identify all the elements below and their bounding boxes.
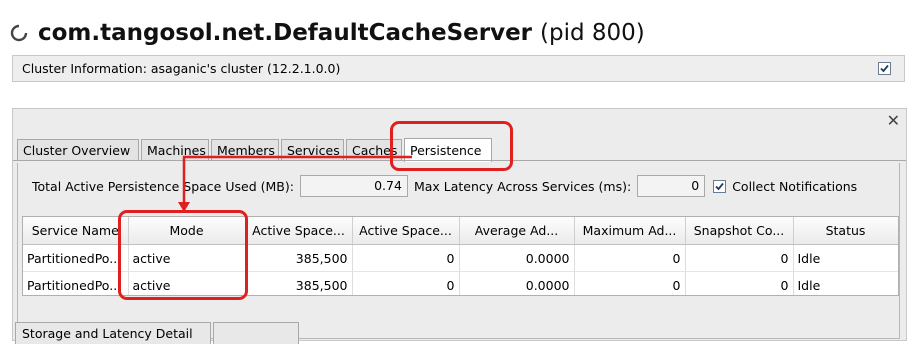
column-header-status[interactable]: Status	[793, 217, 898, 245]
cluster-information-bar: Cluster Information: asaganic's cluster …	[12, 55, 905, 82]
mode-cell: active	[128, 244, 246, 272]
tab-divider	[13, 160, 906, 161]
column-header-snapshot-count[interactable]: Snapshot Co...	[685, 217, 794, 245]
column-header-average-latency[interactable]: Average Ad...	[459, 217, 575, 245]
snapshot-count-cell: 0	[685, 244, 794, 272]
close-icon[interactable]: ✕	[887, 111, 900, 130]
service-name-cell: PartitionedPo...	[23, 271, 129, 295]
persistence-metrics-row: Total Active Persistence Space Used (MB)…	[32, 174, 857, 198]
mode-cell: active	[128, 271, 246, 295]
active-space-used-cell: 0	[352, 244, 460, 272]
table-header-row: Service Name Mode Active Space... Active…	[23, 217, 898, 245]
service-name-cell: PartitionedPo...	[23, 244, 129, 272]
column-header-service-name[interactable]: Service Name	[23, 217, 129, 245]
collect-notifications-label: Collect Notifications	[732, 178, 858, 194]
tab-services[interactable]: Services	[281, 139, 344, 161]
spinner-icon	[10, 24, 28, 42]
active-space-bytes-cell: 385,500	[245, 271, 353, 295]
average-latency-cell: 0.0000	[459, 244, 575, 272]
total-space-value: 0.74	[299, 175, 408, 197]
persistence-table: Service Name Mode Active Space... Active…	[22, 216, 899, 296]
checkmark-icon	[715, 182, 724, 190]
checkmark-icon	[880, 64, 889, 73]
status-cell: Idle	[793, 244, 898, 272]
tab-persistence[interactable]: Persistence	[404, 138, 492, 162]
monitor-panel: ✕ Cluster Overview Machines Members Serv…	[12, 108, 907, 344]
average-latency-cell: 0.0000	[459, 271, 575, 295]
maximum-latency-cell: 0	[574, 244, 686, 272]
process-id: (pid 800)	[540, 20, 645, 46]
maximum-latency-cell: 0	[574, 271, 686, 295]
active-space-bytes-cell: 385,500	[245, 244, 353, 272]
table-row[interactable]: PartitionedPo... active 385,500 0 0.0000…	[23, 244, 898, 272]
tab-cluster-overview[interactable]: Cluster Overview	[17, 139, 139, 161]
snapshot-count-cell: 0	[685, 271, 794, 295]
tab-bar: Cluster Overview Machines Members Servic…	[17, 137, 494, 162]
active-space-used-cell: 0	[352, 271, 460, 295]
persistence-tab-content: Total Active Persistence Space Used (MB)…	[17, 163, 900, 339]
table-row[interactable]: PartitionedPo... active 385,500 0 0.0000…	[23, 271, 898, 295]
tab-members[interactable]: Members	[211, 139, 279, 161]
status-cell: Idle	[793, 271, 898, 295]
cluster-information-label: Cluster Information: asaganic's cluster …	[22, 61, 341, 76]
collect-notifications-checkbox[interactable]	[713, 179, 727, 193]
column-header-mode[interactable]: Mode	[128, 217, 246, 245]
column-header-maximum-latency[interactable]: Maximum Ad...	[574, 217, 686, 245]
cluster-information-checkbox[interactable]	[878, 62, 891, 75]
app-title: com.tangosol.net.DefaultCacheServer	[38, 20, 533, 46]
tab-caches[interactable]: Caches	[346, 139, 402, 161]
tab-machines[interactable]: Machines	[141, 139, 209, 161]
column-header-active-space-bytes[interactable]: Active Space...	[245, 217, 353, 245]
max-latency-label: Max Latency Across Services (ms):	[413, 178, 632, 194]
total-space-label: Total Active Persistence Space Used (MB)…	[32, 178, 294, 194]
max-latency-value: 0	[637, 175, 706, 197]
column-header-active-space-used[interactable]: Active Space...	[352, 217, 460, 245]
window-title-row: com.tangosol.net.DefaultCacheServer (pid…	[10, 16, 645, 50]
